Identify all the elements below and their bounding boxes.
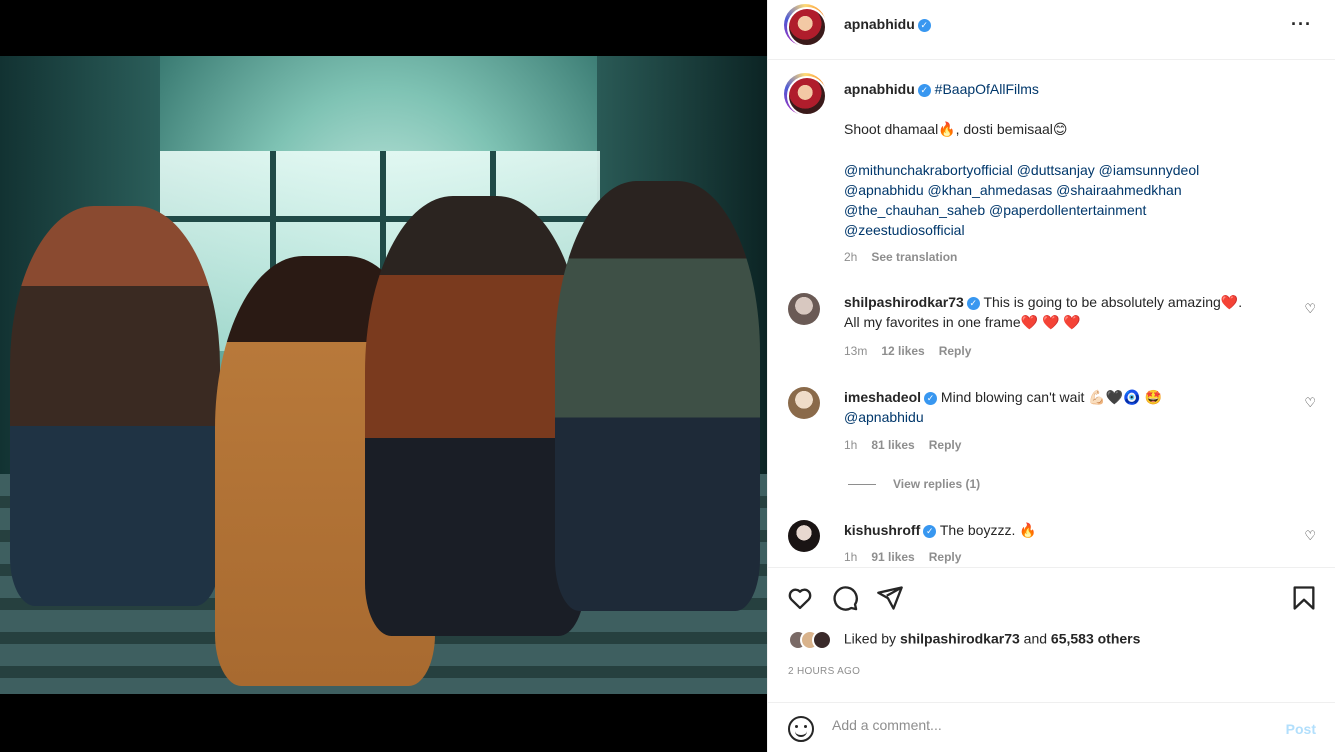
caption-time: 2h [844,250,858,264]
liked-by-prefix: Liked by [843,630,900,647]
author-name-row: apnabhidu ✓ [844,16,931,34]
comment-username[interactable]: shilpashirodkar73 [844,294,964,310]
verified-badge-icon: ✓ [917,84,931,97]
caption-mentions-line[interactable]: @the_chauhan_saheb @paperdollentertainme… [844,200,1304,220]
comment-like-heart-icon[interactable]: ♡ [1304,301,1316,317]
comment-meta: 1h 81 likes Reply [844,438,961,452]
see-translation-link[interactable]: See translation [871,250,957,264]
caption-text: Shoot dhamaal🔥, dosti bemisaal😊 [844,121,1068,137]
comment-text: The boyzzz. 🔥 [939,522,1037,538]
reply-button[interactable]: Reply [929,438,962,452]
post-photo[interactable] [0,56,767,694]
verified-badge-icon: ✓ [924,392,938,405]
liked-by-user[interactable]: shilpashirodkar73 [900,631,1020,647]
verified-badge-icon: ✓ [966,297,980,310]
post-button[interactable]: Post [1286,721,1316,737]
comment: shilpashirodkar73 ✓ This is going to be a… [844,292,1304,332]
comment-time: 1h [844,550,858,564]
comment-icon[interactable] [831,584,859,612]
replies-divider [848,484,876,485]
verified-badge-icon: ✓ [923,525,937,538]
comment-username[interactable]: kishushroff [844,522,920,538]
comment-meta: 13m 12 likes Reply [844,344,971,358]
smiley-icon[interactable] [788,716,814,742]
liker-avatar [812,630,832,650]
caption-mentions-line[interactable]: @zeestudiosofficial [844,220,1304,240]
post-actions: Liked by shilpashirodkar73 and 65,583 ot… [768,567,1335,702]
post-header: apnabhidu ✓ ··· [768,0,1335,60]
comment-text: Mind blowing can't wait 💪🏻🖤🧿 🤩 [940,389,1162,405]
commenter-avatar[interactable] [788,293,820,325]
comment-time: 13m [844,344,868,358]
liked-by-and: and [1019,630,1051,647]
comment-meta: 1h 91 likes Reply [844,550,961,564]
caption-mentions-line[interactable]: @mithunchakrabortyofficial @duttsanjay @… [844,160,1304,180]
instagram-post-modal: apnabhidu ✓ ··· apnabhidu ✓ #BaapOfAllFilm… [0,0,1335,752]
reply-button[interactable]: Reply [939,344,972,358]
comment-likes[interactable]: 12 likes [881,344,924,358]
commenter-avatar[interactable] [788,520,820,552]
bookmark-icon[interactable] [1290,584,1318,612]
person-figure [555,181,760,611]
liked-by-count[interactable]: 65,583 others [1051,631,1141,647]
caption-meta: 2h See translation [844,250,957,264]
person-figure [365,196,585,636]
reply-button[interactable]: Reply [929,550,962,564]
author-avatar[interactable] [784,4,827,47]
caption-username[interactable]: apnabhidu [844,81,915,97]
post-timestamp[interactable]: 2 HOURS AGO [788,666,860,677]
comment-like-heart-icon[interactable]: ♡ [1304,395,1316,411]
comment: imeshadeol ✓ Mind blowing can't wait 💪🏻🖤🧿… [844,387,1304,427]
paper-plane-icon[interactable] [876,584,904,612]
person-figure [10,206,220,606]
add-comment-bar: Post [768,702,1335,752]
caption-header: apnabhidu ✓ #BaapOfAllFilms [844,79,1304,99]
commenter-avatar[interactable] [788,387,820,419]
comments-list: apnabhidu ✓ #BaapOfAllFilms Shoot dhamaal… [768,61,1335,567]
post-sidebar: apnabhidu ✓ ··· apnabhidu ✓ #BaapOfAllFilm… [767,0,1335,752]
post-media [0,0,767,752]
comment-mention[interactable]: @apnabhidu [844,409,924,425]
comment-text: All my favorites in one frame❤️ ❤️ ❤️ [844,314,1081,330]
verified-badge-icon: ✓ [917,19,931,32]
comment-username[interactable]: imeshadeol [844,389,921,405]
caption-author-avatar[interactable] [784,73,827,116]
view-replies-link[interactable]: View replies (1) [893,477,980,491]
caption-mentions-line[interactable]: @apnabhidu @khan_ahmedasas @shairaahmedk… [844,180,1304,200]
caption-hashtag[interactable]: #BaapOfAllFilms [935,81,1039,97]
comment-time: 1h [844,438,858,452]
comment-text: This is going to be absolutely amazing❤️… [983,294,1243,310]
comment-like-heart-icon[interactable]: ♡ [1304,528,1316,544]
comment-likes[interactable]: 91 likes [871,550,914,564]
comment-likes[interactable]: 81 likes [871,438,914,452]
heart-icon[interactable] [786,584,814,612]
author-username[interactable]: apnabhidu [844,16,915,32]
comment-input[interactable] [832,717,1252,733]
comment: kishushroff ✓ The boyzzz. 🔥 [844,520,1304,540]
more-options-icon[interactable]: ··· [1291,14,1312,35]
liked-by-row: Liked by shilpashirodkar73 and 65,583 ot… [788,630,1140,650]
